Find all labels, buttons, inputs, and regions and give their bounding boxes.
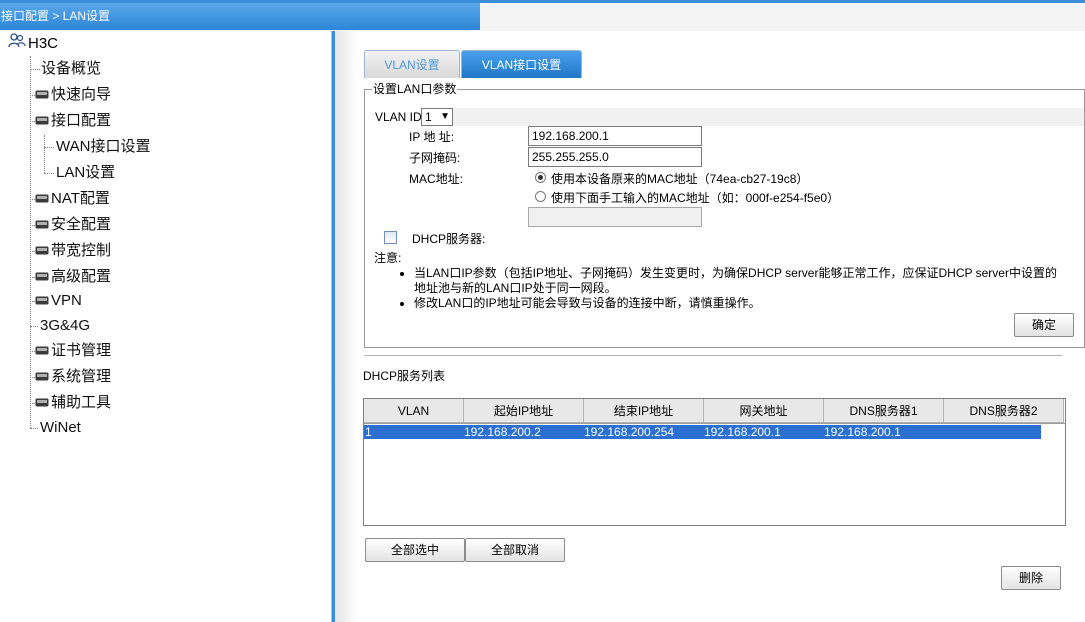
cell-start-ip: 192.168.200.2 [464,425,541,439]
mac-original-label: 使用本设备原来的MAC地址（74ea-cb27-19c8） [551,172,809,186]
dhcp-server-label: DHCP服务器: [412,232,486,246]
sidebar-item-interface-config[interactable]: 接口配置 [30,110,111,132]
deselect-all-button[interactable]: 全部取消 [465,538,565,562]
folder-icon [35,271,49,281]
sidebar-item-3g4g[interactable]: 3G&4G [30,315,90,337]
mask-label: 子网掩码: [409,151,461,165]
folder-icon [35,295,49,305]
sidebar-item-security-config[interactable]: 安全配置 [30,214,111,236]
content-shadow [335,31,357,622]
note-item: 修改LAN口的IP地址可能会导致与设备的连接中断，请慎重操作。 [398,296,1063,311]
col-dns2[interactable]: DNS服务器2 [944,399,1064,423]
folder-icon [35,193,49,203]
tree-root[interactable]: H3C [8,33,58,55]
cell-gateway: 192.168.200.1 [704,425,781,439]
sidebar-item-device-overview[interactable]: 设备概览 [30,58,101,80]
vlan-id-value: 1 [425,110,432,124]
cell-vlan: 1 [365,425,372,439]
vlan-id-row-bg [453,108,1084,126]
folder-icon [35,371,49,381]
folder-open-icon [35,115,49,125]
sidebar-item-system-management[interactable]: 系统管理 [30,366,111,388]
sidebar-item-nat-config[interactable]: NAT配置 [30,188,110,210]
note-title: 注意: [374,251,402,265]
cell-end-ip: 192.168.200.254 [584,425,675,439]
users-icon [8,33,26,49]
mac-original-radio[interactable] [535,172,546,183]
folder-icon [35,245,49,255]
sidebar-item-tools[interactable]: 辅助工具 [30,392,111,414]
dhcp-list-title: DHCP服务列表 [363,369,446,383]
section-divider [364,355,1062,356]
dropdown-arrow-icon: ▼ [440,111,450,122]
ip-address-input[interactable] [528,126,702,146]
vlan-id-select[interactable]: 1 ▼ [421,108,453,126]
sidebar-item-advanced-config[interactable]: 高级配置 [30,266,111,288]
sidebar-item-lan-settings[interactable]: LAN设置 [44,162,115,184]
sidebar-item-certificate[interactable]: 证书管理 [30,340,111,362]
col-gateway[interactable]: 网关地址 [704,399,824,423]
note-list: 当LAN口IP参数（包括IP地址、子网掩码）发生变更时，为确保DHCP serv… [398,266,1063,311]
col-start-ip[interactable]: 起始IP地址 [464,399,584,423]
tree-root-label: H3C [28,35,59,52]
sidebar-item-bandwidth-control[interactable]: 带宽控制 [30,240,111,262]
ip-label: IP 地 址: [409,130,455,144]
mac-manual-radio[interactable] [535,191,546,202]
vlan-id-label: VLAN ID [375,110,422,124]
sidebar-item-wan-settings[interactable]: WAN接口设置 [44,136,150,158]
confirm-button[interactable]: 确定 [1014,313,1074,337]
tab-vlan-interface-settings[interactable]: VLAN接口设置 [461,50,582,78]
mac-manual-label: 使用下面手工输入的MAC地址（如：000f-e254-f5e0） [551,191,840,205]
select-all-button[interactable]: 全部选中 [365,538,465,562]
col-vlan[interactable]: VLAN [364,399,464,423]
note-item: 当LAN口IP参数（包括IP地址、子网掩码）发生变更时，为确保DHCP serv… [398,266,1063,296]
lan-params-legend: 设置LAN口参数 [372,82,458,96]
folder-icon [35,397,49,407]
sidebar-item-winet[interactable]: WiNet [30,417,81,439]
mac-manual-input[interactable] [528,207,702,227]
delete-button[interactable]: 删除 [1001,566,1061,590]
col-dns1[interactable]: DNS服务器1 [824,399,944,423]
col-end-ip[interactable]: 结束IP地址 [584,399,704,423]
mac-label: MAC地址: [409,172,464,186]
cell-dns1: 192.168.200.1 [824,425,901,439]
folder-icon [35,219,49,229]
tab-vlan-settings[interactable]: VLAN设置 [364,50,460,78]
folder-icon [35,89,49,99]
subnet-mask-input[interactable] [528,147,702,167]
breadcrumb: 接口配置 > LAN设置 [0,3,480,30]
sidebar-item-quick-wizard[interactable]: 快速向导 [30,84,111,106]
sidebar-item-vpn[interactable]: VPN [30,290,82,312]
folder-icon [35,345,49,355]
dhcp-server-checkbox[interactable] [384,231,397,244]
